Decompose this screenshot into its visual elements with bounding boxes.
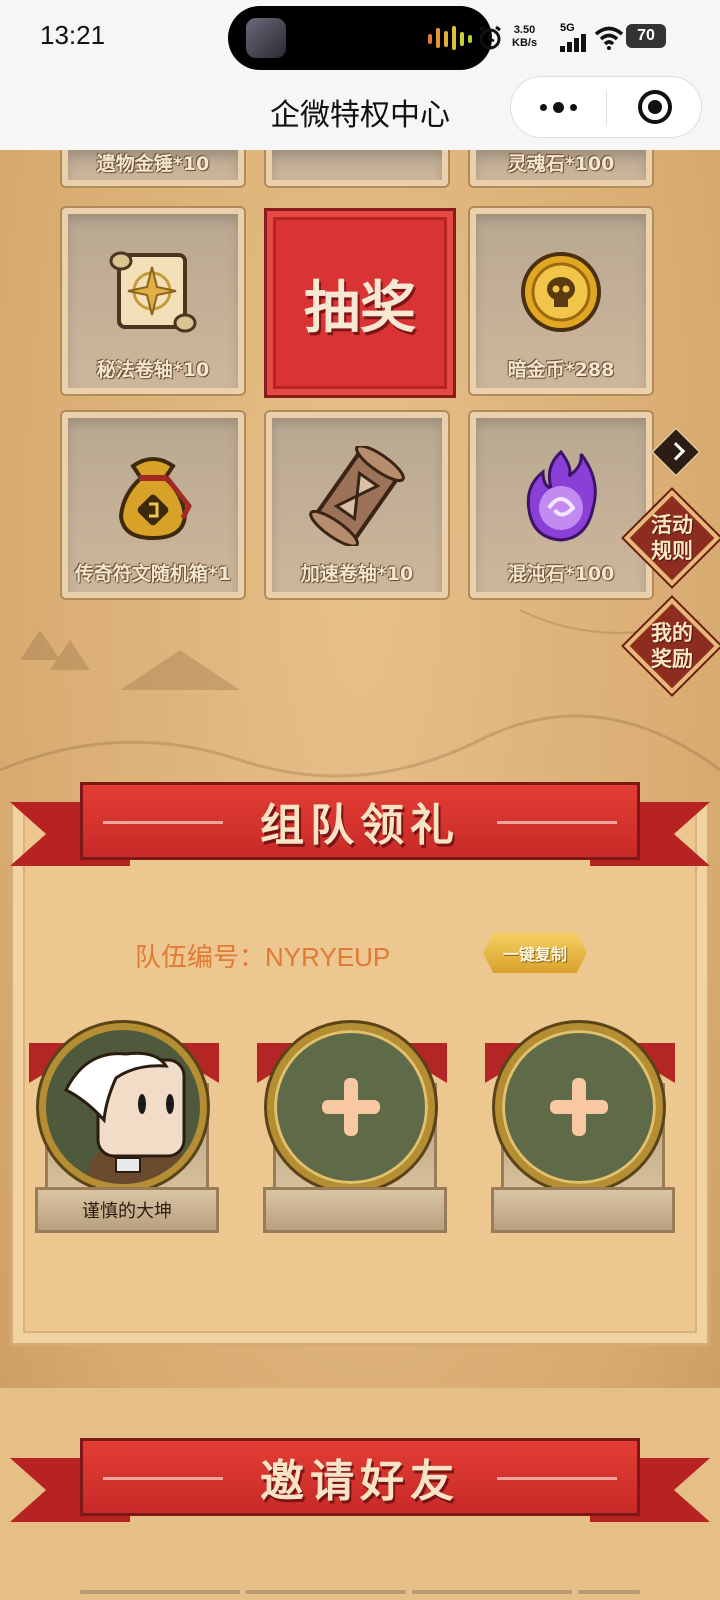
scroll-compass-icon — [68, 242, 238, 342]
team-member-slot[interactable] — [257, 1023, 447, 1243]
network-type: 5G — [560, 22, 575, 34]
activity-rules-button[interactable]: 活动 规则 — [623, 489, 720, 587]
media-avatar — [246, 18, 286, 58]
my-rewards-line: 我的 — [651, 621, 693, 645]
prize-label: 混沌石*100 — [507, 563, 615, 585]
hourglass-scroll-icon — [272, 446, 442, 546]
signal-icon — [560, 34, 586, 52]
member-name — [263, 1187, 447, 1233]
invite-member-button[interactable] — [267, 1023, 435, 1191]
net-speed: 3.50 KB/s — [512, 24, 537, 50]
section-title: 邀请好友 — [260, 1456, 460, 1507]
ribbon-ornament — [103, 821, 223, 824]
draw-lottery-button[interactable]: 抽奖 — [264, 208, 456, 398]
invite-section-banner: 邀请好友 — [10, 1438, 710, 1528]
team-id-value: NYRYEUP — [265, 942, 391, 972]
purple-flame-icon — [476, 446, 646, 546]
team-id-label: 队伍编号： — [135, 943, 266, 973]
title-bar: 企微特权中心 — [0, 76, 720, 150]
member-name: 谨慎的大坤 — [35, 1187, 219, 1233]
team-id-row: 队伍编号：NYRYEUP — [135, 937, 390, 974]
activity-rules-label: 活动 规则 — [626, 512, 718, 564]
mini-program-capsule — [510, 76, 702, 138]
activity-rules-line: 规则 — [651, 539, 693, 563]
prize-card[interactable]: 混沌石*100 — [470, 412, 652, 598]
main-scroll-area[interactable]: 遗物金锤*10 灵魂石*100 秘法卷轴*10 抽奖 暗金币*288 传奇符文随… — [0, 150, 720, 1600]
prize-label: 传奇符文随机箱*1 — [74, 563, 232, 585]
prize-label: 遗物金锤*10 — [96, 153, 210, 175]
close-mini-program-icon[interactable] — [638, 90, 672, 124]
more-menu-button[interactable] — [511, 77, 606, 137]
ribbon-ornament — [103, 1477, 223, 1480]
prize-card[interactable]: 遗物金锤*10 — [62, 150, 244, 186]
team-member-slot[interactable] — [485, 1023, 675, 1243]
prize-card[interactable]: 暗金币*288 — [470, 208, 652, 394]
prize-card[interactable]: 灵魂石*100 — [470, 150, 652, 186]
audio-wave-icon — [428, 26, 472, 50]
dot-icon — [540, 103, 547, 111]
dot-icon — [553, 101, 564, 113]
prize-label: 暗金币*288 — [507, 359, 615, 381]
my-rewards-label: 我的 奖励 — [626, 620, 718, 672]
ribbon: 邀请好友 — [80, 1438, 640, 1516]
battery-indicator: 70 — [626, 24, 666, 48]
clock: 13:21 — [40, 20, 106, 50]
prize-label: 秘法卷轴*10 — [96, 359, 210, 381]
team-member-slot[interactable]: 谨慎的大坤 — [29, 1023, 219, 1243]
net-speed-value: 3.50 — [513, 24, 536, 36]
capsule-divider — [606, 91, 607, 125]
ribbon: 组队领礼 — [80, 782, 640, 860]
dynamic-island[interactable] — [228, 6, 492, 70]
plus-icon — [550, 1078, 608, 1136]
skull-coin-icon — [476, 242, 646, 342]
my-rewards-button[interactable]: 我的 奖励 — [623, 597, 720, 695]
status-icons: 3.50 KB/s 5G 70 — [476, 22, 666, 54]
prize-label: 加速卷轴*10 — [300, 563, 414, 585]
rune-bag-icon — [68, 446, 238, 546]
avatar — [39, 1023, 207, 1191]
team-panel: 队伍编号：NYRYEUP 一键复制 谨慎的大坤 — [10, 800, 710, 1346]
ribbon-ornament — [497, 821, 617, 824]
invite-member-button[interactable] — [495, 1023, 663, 1191]
home-indicator — [80, 1590, 640, 1594]
prize-card[interactable]: 秘法卷轴*10 — [62, 208, 244, 394]
copy-team-id-button[interactable]: 一键复制 — [483, 933, 587, 973]
alarm-icon — [479, 25, 501, 50]
prize-label: 灵魂石*100 — [507, 153, 615, 175]
member-name — [491, 1187, 675, 1233]
net-speed-unit: KB/s — [512, 37, 538, 49]
prize-card[interactable] — [266, 150, 448, 186]
status-bar: 13:21 3.50 KB/s 5G 70 — [0, 0, 720, 76]
my-rewards-line: 奖励 — [651, 647, 693, 671]
next-page-arrow-icon[interactable] — [650, 426, 702, 478]
activity-rules-line: 活动 — [651, 513, 693, 537]
section-title: 组队领礼 — [260, 800, 460, 851]
prize-card[interactable]: 传奇符文随机箱*1 — [62, 412, 244, 598]
plus-icon — [322, 1078, 380, 1136]
prize-card[interactable]: 加速卷轴*10 — [266, 412, 448, 598]
wifi-icon — [594, 26, 624, 50]
team-section-banner: 组队领礼 — [10, 782, 710, 872]
ribbon-ornament — [497, 1477, 617, 1480]
dot-icon — [570, 103, 577, 111]
